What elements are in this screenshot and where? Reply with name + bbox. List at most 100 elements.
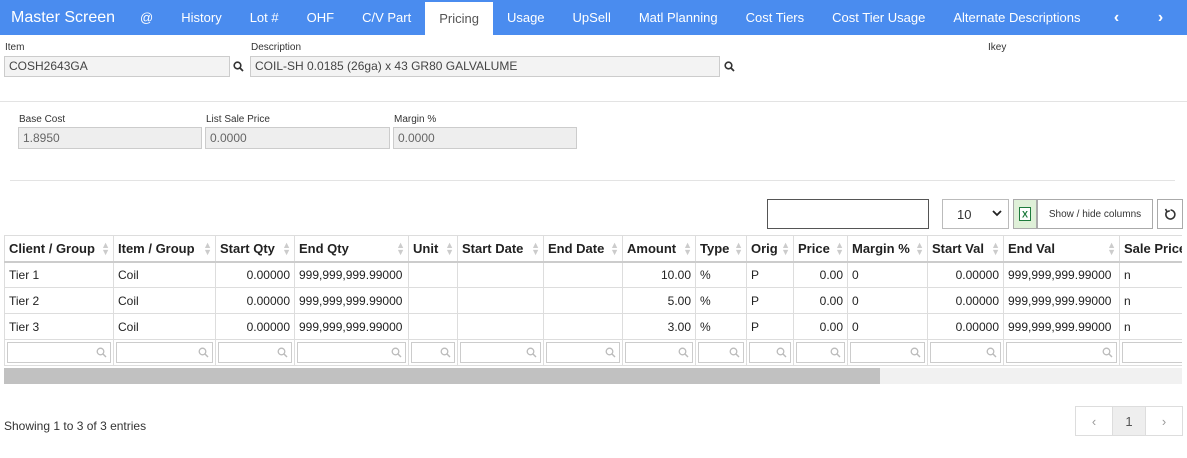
nav-next-icon[interactable]: › xyxy=(1139,9,1183,27)
nav-prev-icon[interactable]: ‹ xyxy=(1095,9,1139,27)
filter-cell[interactable] xyxy=(746,339,794,366)
tab-at[interactable]: @ xyxy=(126,0,167,35)
filter-input xyxy=(796,342,845,363)
filter-cell[interactable] xyxy=(408,339,458,366)
sort-icon: ▲ ▼ xyxy=(203,240,212,257)
cell-type: % xyxy=(695,261,747,288)
cell-end-qty: 999,999,999.99000 xyxy=(294,287,409,314)
pagination-next-icon[interactable]: › xyxy=(1146,407,1182,435)
top-nav: Master Screen @ History Lot # OHF C/V Pa… xyxy=(0,0,1187,35)
col-start-date[interactable]: Start Date ▲ ▼ xyxy=(457,235,544,263)
cell-amount: 3.00 xyxy=(622,313,696,340)
scrollbar-thumb[interactable] xyxy=(4,368,880,384)
col-start-qty[interactable]: Start Qty ▲ ▼ xyxy=(215,235,295,263)
cell-price: 0.00 xyxy=(793,261,848,288)
tab-cost-tier-usage[interactable]: Cost Tier Usage xyxy=(818,0,939,35)
search-icon xyxy=(830,347,841,358)
tab-usage[interactable]: Usage xyxy=(493,0,559,35)
item-search-icon[interactable] xyxy=(228,56,248,77)
search-icon xyxy=(986,347,997,358)
filter-cell[interactable] xyxy=(215,339,295,366)
tab-lot[interactable]: Lot # xyxy=(236,0,293,35)
list-sale-price-field: 0.0000 xyxy=(205,127,390,149)
filter-cell[interactable] xyxy=(4,339,114,366)
col-type[interactable]: Type ▲ ▼ xyxy=(695,235,747,263)
tab-pricing[interactable]: Pricing xyxy=(425,2,493,35)
cell-margin: 0 xyxy=(847,261,928,288)
col-amount[interactable]: Amount ▲ ▼ xyxy=(622,235,696,263)
filter-cell[interactable] xyxy=(294,339,409,366)
cell-unit xyxy=(408,313,458,340)
cell-orig: P xyxy=(746,313,794,340)
col-unit[interactable]: Unit ▲ ▼ xyxy=(408,235,458,263)
table-search-input[interactable] xyxy=(767,199,929,229)
col-client-group[interactable]: Client / Group ▲ ▼ xyxy=(4,235,114,263)
excel-export-button[interactable]: X xyxy=(1013,199,1037,229)
pagination-page-1[interactable]: 1 xyxy=(1112,407,1146,435)
horizontal-scrollbar[interactable] xyxy=(4,368,1182,384)
table-header-row: Client / Group ▲ ▼ Item / Group ▲ ▼ Start Qt… xyxy=(4,235,1182,263)
tab-cost-tiers[interactable]: Cost Tiers xyxy=(732,0,819,35)
app-title: Master Screen xyxy=(11,8,116,26)
filter-cell[interactable] xyxy=(927,339,1004,366)
tab-matl-planning[interactable]: Matl Planning xyxy=(625,0,732,35)
cell-end-val: 999,999,999.99000 xyxy=(1003,287,1120,314)
refresh-button[interactable] xyxy=(1157,199,1183,229)
cell-item-group: Coil xyxy=(113,261,216,288)
col-sale-price[interactable]: Sale Price xyxy=(1119,235,1182,263)
filter-cell[interactable] xyxy=(695,339,747,366)
col-start-val[interactable]: Start Val ▲ ▼ xyxy=(927,235,1004,263)
sort-icon: ▲ ▼ xyxy=(445,240,454,257)
cell-amount: 10.00 xyxy=(622,261,696,288)
col-item-group[interactable]: Item / Group ▲ ▼ xyxy=(113,235,216,263)
col-price[interactable]: Price ▲ ▼ xyxy=(793,235,848,263)
description-field[interactable]: COIL-SH 0.0185 (26ga) x 43 GR80 GALVALUM… xyxy=(250,56,720,77)
tab-cv-part[interactable]: C/V Part xyxy=(348,0,425,35)
cell-orig: P xyxy=(746,261,794,288)
search-icon xyxy=(910,347,921,358)
filter-cell[interactable] xyxy=(543,339,623,366)
tab-upsell[interactable]: UpSell xyxy=(559,0,625,35)
filter-cell[interactable] xyxy=(457,339,544,366)
cell-type: % xyxy=(695,313,747,340)
page-size-select[interactable]: 10 xyxy=(942,199,1009,229)
entries-info: Showing 1 to 3 of 3 entries xyxy=(4,419,147,433)
filter-cell[interactable] xyxy=(1119,339,1182,366)
cell-start-date xyxy=(457,287,544,314)
tab-ohf[interactable]: OHF xyxy=(293,0,348,35)
sort-icon: ▲ ▼ xyxy=(101,240,110,257)
divider xyxy=(10,180,1175,181)
table-row[interactable]: Tier 2 Coil 0.00000 999,999,999.99000 5.… xyxy=(4,287,1182,314)
pagination-prev-icon[interactable]: ‹ xyxy=(1076,407,1112,435)
table-row[interactable]: Tier 3 Coil 0.00000 999,999,999.99000 3.… xyxy=(4,313,1182,340)
filter-cell[interactable] xyxy=(113,339,216,366)
excel-icon: X xyxy=(1019,207,1031,221)
col-margin[interactable]: Margin % ▲ ▼ xyxy=(847,235,928,263)
show-hide-columns-button[interactable]: Show / hide columns xyxy=(1037,199,1153,229)
filter-cell[interactable] xyxy=(793,339,848,366)
filter-input xyxy=(218,342,292,363)
cell-start-date xyxy=(457,261,544,288)
table-row[interactable]: Tier 1 Coil 0.00000 999,999,999.99000 10… xyxy=(4,261,1182,288)
description-search-icon[interactable] xyxy=(719,56,739,77)
cell-end-val: 999,999,999.99000 xyxy=(1003,261,1120,288)
cell-price: 0.00 xyxy=(793,287,848,314)
search-icon xyxy=(526,347,537,358)
tab-history[interactable]: History xyxy=(167,0,235,35)
cell-client-group: Tier 1 xyxy=(4,261,114,288)
sort-icon: ▲ ▼ xyxy=(282,240,291,257)
filter-cell[interactable] xyxy=(1003,339,1120,366)
col-end-qty[interactable]: End Qty ▲ ▼ xyxy=(294,235,409,263)
filter-cell[interactable] xyxy=(622,339,696,366)
col-end-date[interactable]: End Date ▲ ▼ xyxy=(543,235,623,263)
sort-icon: ▲ ▼ xyxy=(531,240,540,257)
ikey-label: Ikey xyxy=(988,42,1007,53)
tab-alternate-descriptions[interactable]: Alternate Descriptions xyxy=(939,0,1094,35)
filter-cell[interactable] xyxy=(847,339,928,366)
sort-icon: ▲ ▼ xyxy=(683,240,692,257)
cell-orig: P xyxy=(746,287,794,314)
filter-input xyxy=(7,342,111,363)
item-field[interactable]: COSH2643GA xyxy=(4,56,230,77)
col-end-val[interactable]: End Val ▲ ▼ xyxy=(1003,235,1120,263)
col-orig[interactable]: Orig ▲ ▼ xyxy=(746,235,794,263)
